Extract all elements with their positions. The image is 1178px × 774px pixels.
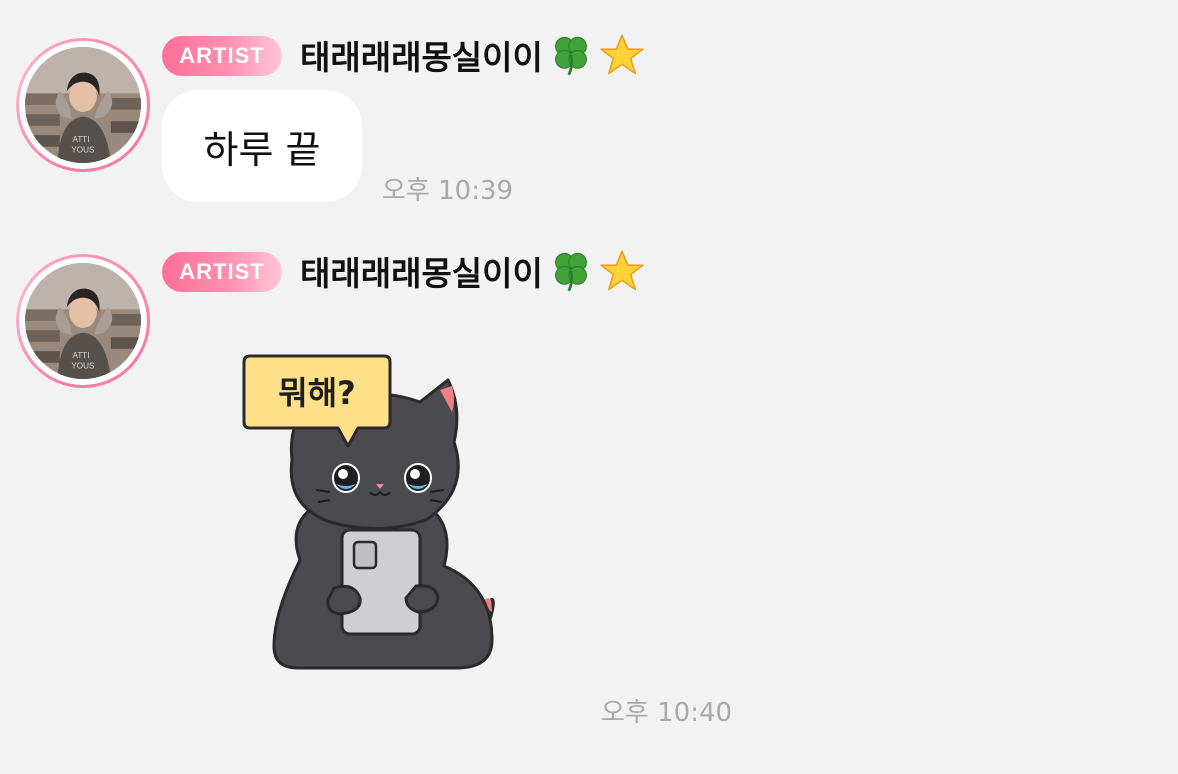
sticker-speech-text: 뭐해? [278,374,355,412]
artist-badge: ARTIST [162,36,282,76]
cat-sticker[interactable]: 뭐해? [230,350,510,680]
cat-with-phone-icon: 뭐해? [242,354,495,670]
four-leaf-clover-icon [549,249,593,293]
sender-name-row[interactable]: 태래래래몽실이이 [300,30,645,80]
four-leaf-clover-icon [549,33,593,77]
avatar-photo: ATTI YOUS [25,263,141,379]
message-timestamp: 오후 10:40 [601,698,733,728]
avatar-photo: ATTI YOUS [25,47,141,163]
message-bubble[interactable]: 하루 끝 [162,90,362,202]
message-text: 하루 끝 [203,127,321,172]
sender-name: 태래래래몽실이이 [300,38,543,77]
sender-avatar[interactable]: ATTI YOUS [16,254,150,388]
sender-name-row[interactable]: 태래래래몽실이이 [300,246,645,296]
svg-text:YOUS: YOUS [71,146,95,155]
star-icon [599,32,645,78]
artist-badge: ARTIST [162,252,282,292]
sender-avatar[interactable]: ATTI YOUS [16,38,150,172]
star-icon [599,248,645,294]
sender-name: 태래래래몽실이이 [300,254,543,293]
svg-text:YOUS: YOUS [71,362,95,371]
message-timestamp: 오후 10:39 [382,176,514,206]
person-photo-icon: ATTI YOUS [25,47,141,163]
svg-text:ATTI: ATTI [73,351,90,360]
svg-text:ATTI: ATTI [73,135,90,144]
person-photo-icon: ATTI YOUS [25,263,141,379]
